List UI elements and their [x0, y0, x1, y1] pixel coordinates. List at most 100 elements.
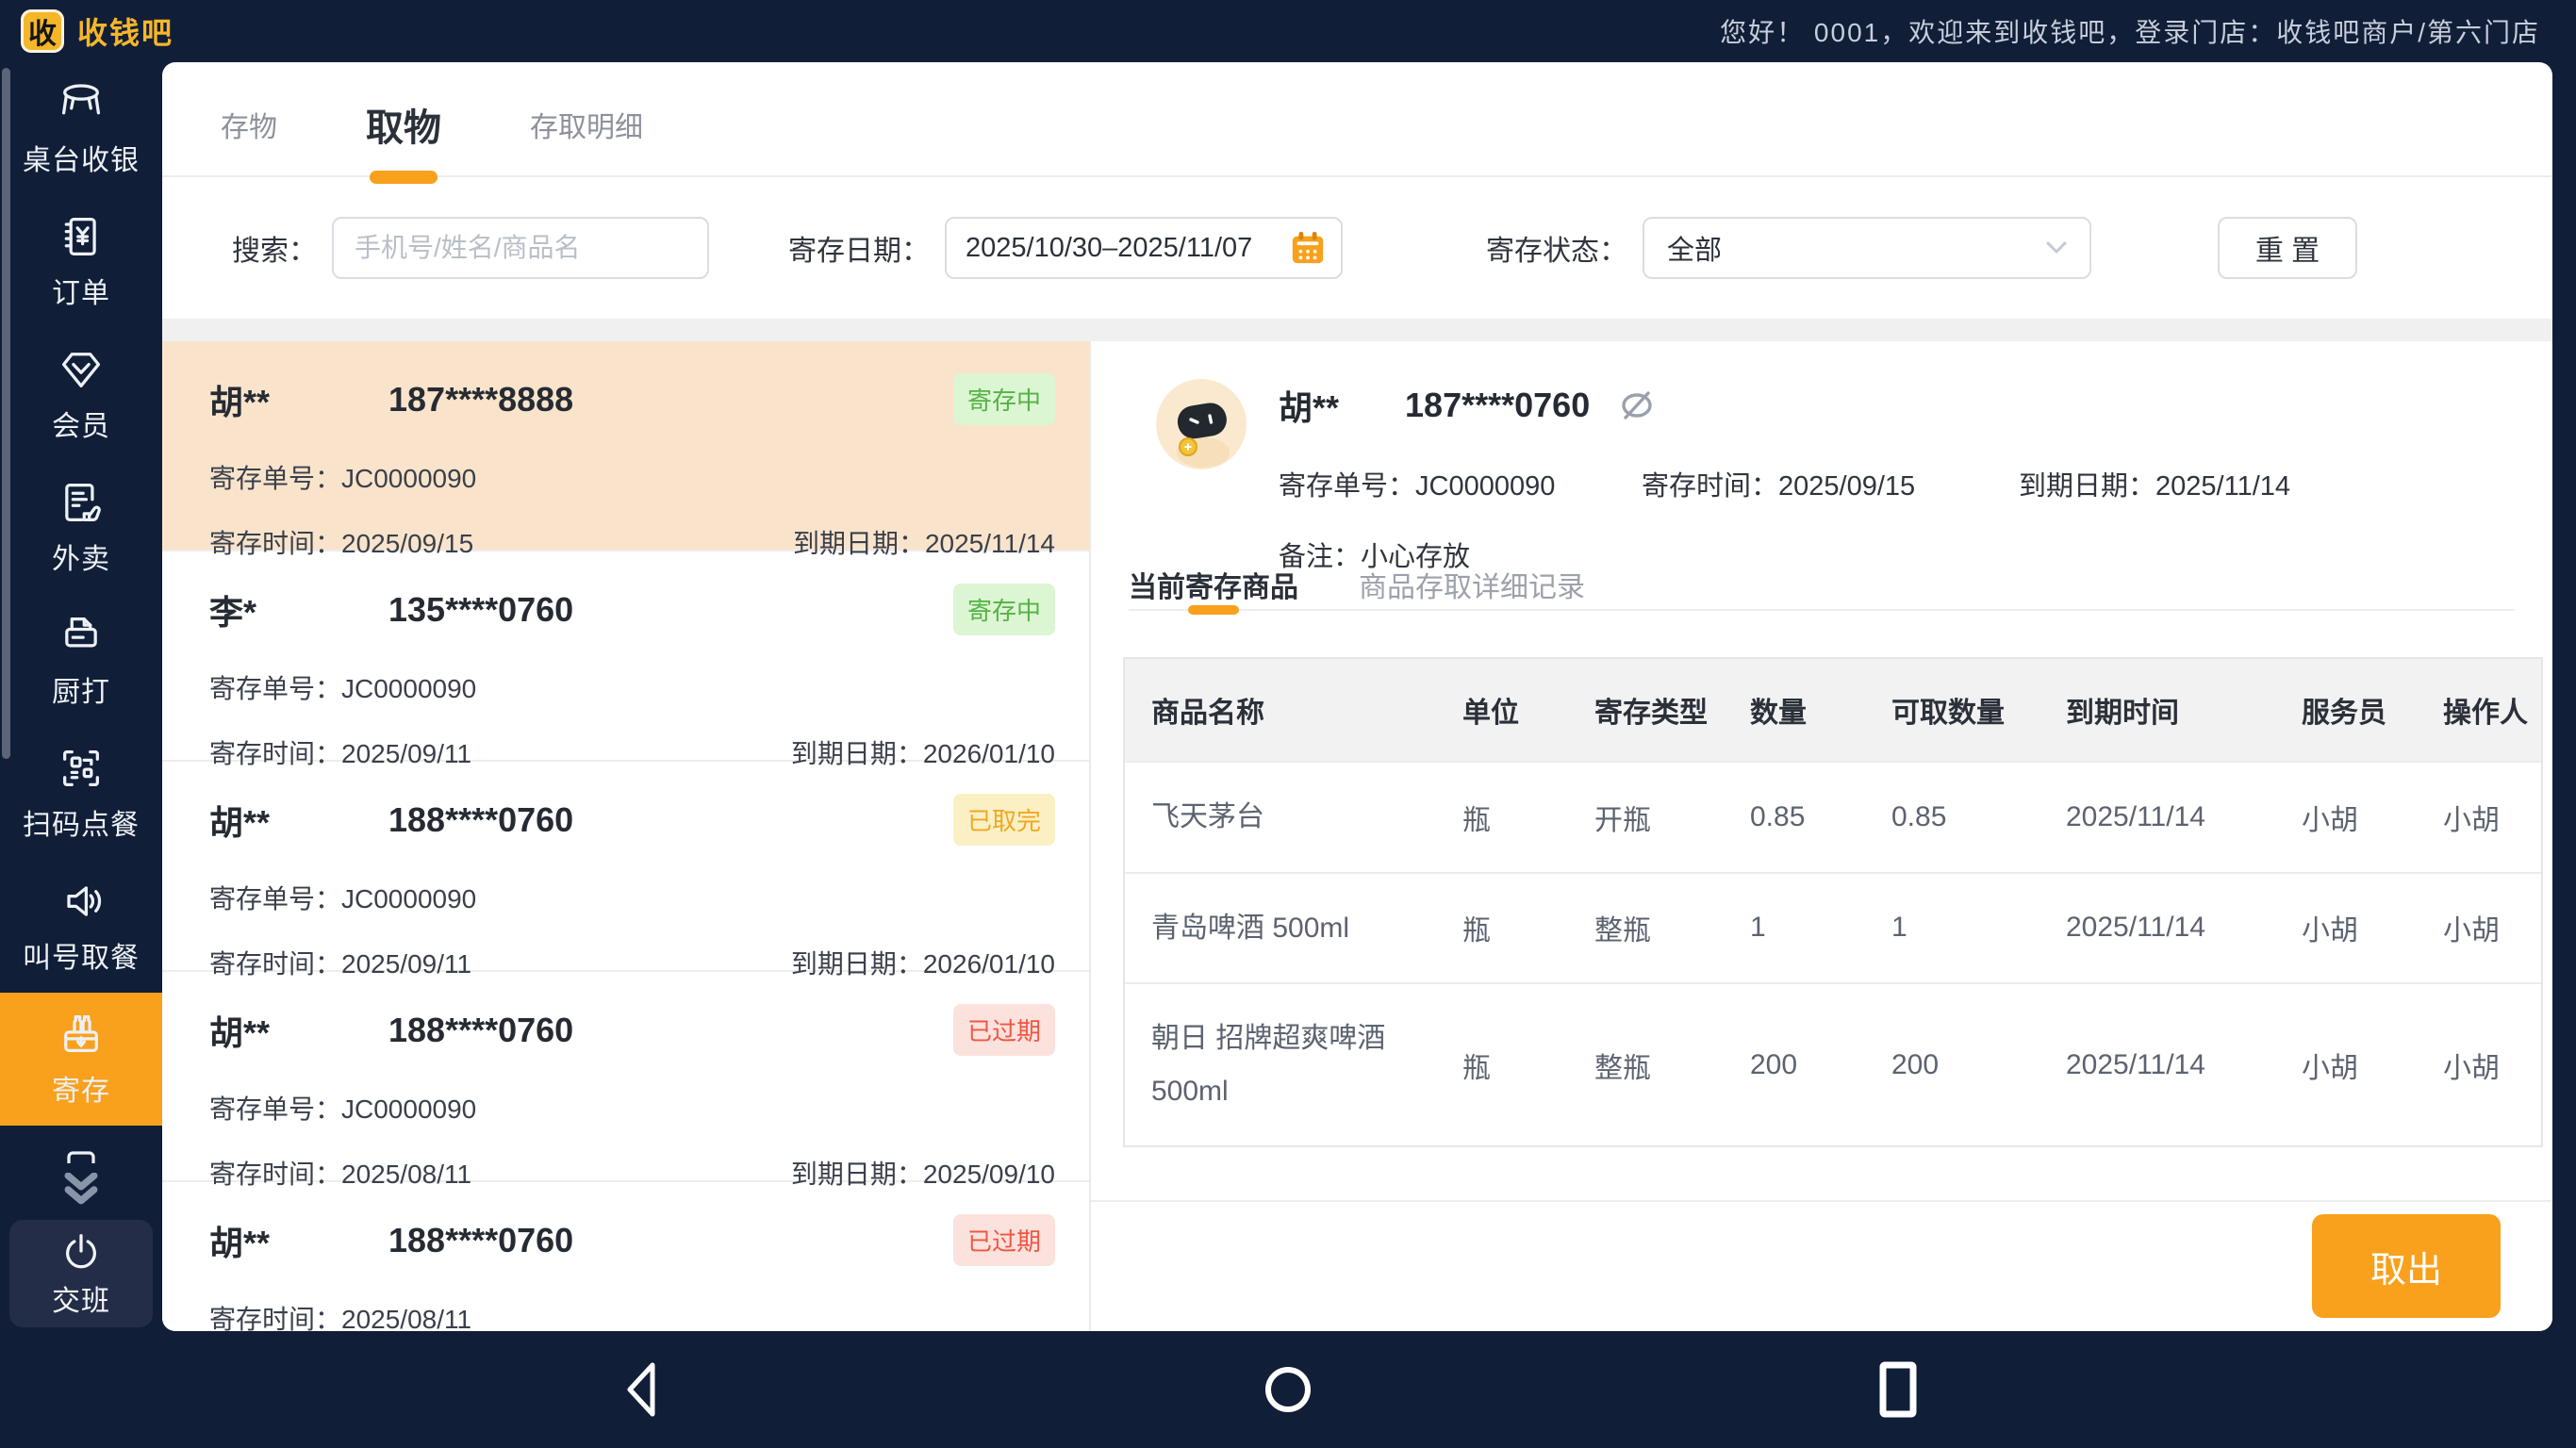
deposit-time: 寄存时间：2025/08/11 — [209, 1305, 472, 1331]
table-header-cell: 服务员 — [2275, 659, 2417, 761]
deposit-time: 寄存时间：2025/09/15 — [209, 529, 474, 558]
table-cell: 小胡 — [2302, 915, 2358, 947]
detail-time-label: 寄存时间： — [1642, 471, 1779, 502]
sidebar-item-partial[interactable] — [0, 1141, 162, 1163]
deposit-list-item[interactable]: 胡** 188****0760 已过期 寄存单号：JC0000090 寄存时间：2025… — [162, 972, 1089, 1189]
table-row: 朝日 招牌超爽啤酒 500ml 瓶 整瓶 200 200 2025/11/14 小胡 小胡 — [1125, 982, 2541, 1145]
deposit-list: 胡** 187****8888 寄存中 寄存单号：JC0000090 寄存时间：2025… — [162, 341, 1091, 1331]
customer-name: 李* — [209, 592, 257, 632]
search-input[interactable] — [332, 217, 709, 279]
section-divider — [162, 319, 2552, 341]
kitchen-print-icon — [57, 611, 106, 660]
sidebar-item-kitchen-print[interactable]: 厨打 — [0, 594, 162, 727]
deposit-order-no: 寄存单号：JC0000090 — [209, 674, 477, 703]
customer-name: 胡** — [209, 802, 271, 842]
withdraw-button[interactable]: 取出 — [2312, 1214, 2501, 1318]
sidebar-item-members[interactable]: 会员 — [0, 328, 162, 461]
customer-phone: 188****0760 — [388, 799, 574, 839]
sidebar-item-label: 叫号取餐 — [23, 943, 140, 974]
sidebar-item-takeout[interactable]: 外卖 — [0, 461, 162, 594]
store-greeting: 您好！ 0001，欢迎来到收钱吧，登录门店：收钱吧商户/第六门店 — [1720, 18, 2540, 47]
sidebar: 桌台收银 订单会员外卖厨打扫码点餐叫号取餐寄存 交班 — [0, 62, 162, 1331]
eye-off-icon[interactable] — [1616, 388, 1658, 422]
tab-存物[interactable]: 存物 — [217, 87, 281, 162]
status-badge: 已过期 — [952, 1214, 1055, 1266]
table-cell: 200 — [1891, 1048, 1940, 1080]
deposit-time: 寄存时间：2025/09/11 — [209, 949, 472, 979]
sidebar-item-orders[interactable]: 订单 — [0, 195, 162, 328]
sidebar-scrollbar[interactable] — [2, 68, 10, 759]
table-cell: 整瓶 — [1594, 915, 1651, 947]
main-card: 存物 取物 存取明细 搜索： 寄存日期： 2025/10/30–2025/11/07… — [162, 62, 2552, 1331]
sidebar-more[interactable] — [0, 1173, 162, 1207]
sidebar-item-qr-order[interactable]: 扫码点餐 — [0, 727, 162, 860]
members-icon — [57, 345, 106, 394]
customer-phone: 188****0760 — [388, 1010, 574, 1049]
table-cell: 2025/11/14 — [2066, 1048, 2205, 1080]
customer-avatar — [1156, 379, 1247, 469]
table-cell: 瓶 — [1462, 804, 1491, 836]
table-cell: 小胡 — [2302, 1052, 2358, 1084]
sidebar-item-label: 外卖 — [52, 544, 110, 575]
status-select[interactable]: 全部 — [1643, 217, 2091, 279]
detail-order-label: 寄存单号： — [1279, 471, 1416, 502]
deposit-order-no: 寄存单号：JC0000090 — [209, 464, 477, 493]
android-navbar — [0, 1331, 2576, 1448]
table-cell: 开瓶 — [1594, 804, 1651, 836]
table-cell: 朝日 招牌超爽啤酒 500ml — [1151, 1023, 1386, 1107]
detail-header: 胡** 187****0760 寄存单号：JC0000090 寄存时间：2025… — [1156, 379, 2290, 574]
sidebar-menu: 桌台收银 订单会员外卖厨打扫码点餐叫号取餐寄存 — [0, 62, 162, 1126]
date-range-value: 2025/10/30–2025/11/07 — [966, 232, 1253, 263]
tab-取物[interactable]: 取物 — [362, 80, 445, 169]
table-cell: 200 — [1750, 1048, 1798, 1080]
deposit-list-item[interactable]: 李* 135****0760 寄存中 寄存单号：JC0000090 寄存时间：2025/… — [162, 551, 1089, 768]
back-button[interactable] — [618, 1357, 665, 1423]
deposit-time: 寄存时间：2025/08/11 — [209, 1160, 472, 1189]
table-header-cell: 可取数量 — [1865, 659, 2039, 761]
table-header-cell: 寄存类型 — [1568, 659, 1724, 761]
sidebar-item-label: 会员 — [52, 411, 110, 442]
deposit-time: 寄存时间：2025/09/11 — [209, 739, 472, 768]
table-header-cell: 数量 — [1724, 659, 1865, 761]
customer-name: 胡** — [209, 1012, 271, 1052]
date-range-field[interactable]: 2025/10/30–2025/11/07 — [945, 217, 1343, 279]
sidebar-item-label: 扫码点餐 — [23, 810, 140, 841]
deposit-detail: 胡** 187****0760 寄存单号：JC0000090 寄存时间：2025… — [1091, 341, 2552, 1331]
deposit-icon — [57, 1010, 106, 1059]
reset-button[interactable]: 重 置 — [2218, 217, 2357, 279]
deposit-list-item[interactable]: 胡** 187****8888 寄存中 寄存单号：JC0000090 寄存时间：2025… — [162, 341, 1089, 558]
table-cell: 瓶 — [1462, 1052, 1491, 1084]
table-header-cell: 单位 — [1436, 659, 1568, 761]
home-button[interactable] — [1260, 1361, 1316, 1418]
detail-customer-name: 胡** — [1279, 388, 1340, 427]
detail-time: 2025/09/15 — [1778, 471, 1916, 502]
detail-expire: 2025/11/14 — [2155, 471, 2291, 502]
sidebar-item-call-pickup[interactable]: 叫号取餐 — [0, 860, 162, 993]
back-triangle-icon — [627, 1362, 655, 1417]
main-tabs: 存物 取物 存取明细 — [162, 62, 2552, 177]
sidebar-item-deposit[interactable]: 寄存 — [0, 993, 162, 1126]
footer-divider — [1091, 1200, 2552, 1202]
detail-tab-当前寄存商品[interactable]: 当前寄存商品 — [1129, 552, 1298, 609]
deposit-list-item[interactable]: 胡**188****0760已过期寄存时间：2025/08/11寄存时间：202… — [162, 1182, 1089, 1331]
detail-tab-商品存取详细记录[interactable]: 商品存取详细记录 — [1359, 552, 1585, 609]
table-cell: 飞天茅台 — [1151, 801, 1264, 832]
takeout-icon — [57, 478, 106, 527]
search-label: 搜索： — [232, 236, 317, 267]
deposit-expire: 到期日期：2026/01/10 — [790, 949, 1055, 979]
table-header-row: 商品名称 单位 寄存类型 数量 可取数量 到期时间 服务员 操作人 — [1125, 659, 2541, 761]
table-cell: 小胡 — [2443, 804, 2500, 836]
detail-tabs: 当前寄存商品 商品存取详细记录 — [1129, 552, 2515, 611]
status-badge: 寄存中 — [952, 373, 1055, 425]
tab-存取明细[interactable]: 存取明细 — [526, 87, 647, 162]
table-cell: 2025/11/14 — [2066, 912, 2205, 944]
status-label: 寄存状态： — [1486, 236, 1627, 267]
recents-square-icon — [1879, 1361, 1917, 1418]
sidebar-item-label: 寄存 — [52, 1076, 110, 1107]
recents-button[interactable] — [1874, 1358, 1922, 1421]
table-cell: 0.85 — [1750, 800, 1806, 832]
app-logo-text: 收钱吧 — [77, 16, 174, 50]
sidebar-item-shift[interactable]: 交班 — [9, 1220, 153, 1327]
deposit-list-item[interactable]: 胡** 188****0760 已取完 寄存单号：JC0000090 寄存时间：2025… — [162, 762, 1089, 979]
sidebar-item-table-cashier[interactable]: 桌台收银 — [0, 62, 162, 195]
